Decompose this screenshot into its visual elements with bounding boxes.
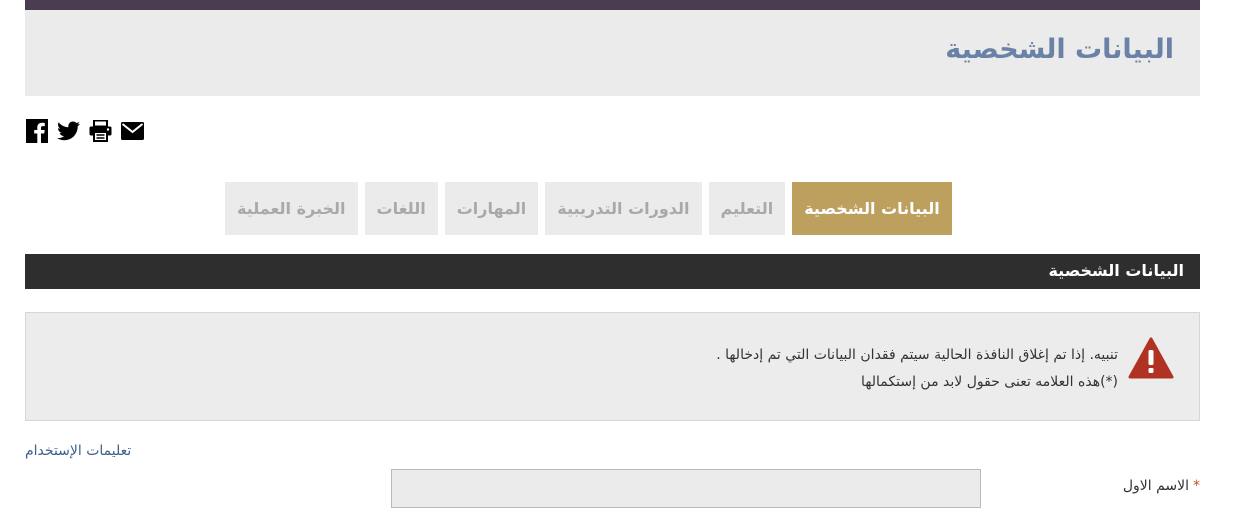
twitter-icon[interactable] xyxy=(57,119,80,143)
page-header: البيانات الشخصية xyxy=(25,10,1200,96)
tab-work-experience[interactable]: الخبرة العملية xyxy=(225,182,358,235)
section-header: البيانات الشخصية xyxy=(25,254,1200,289)
required-mark: * xyxy=(1193,478,1200,494)
warning-icon xyxy=(1128,337,1174,383)
first-name-field[interactable] xyxy=(391,469,981,508)
form-tabs: الخبرة العملية اللغات المهارات الدورات ا… xyxy=(225,182,952,235)
tab-education[interactable]: التعليم xyxy=(708,182,786,235)
alert-line-2: (*)هذه العلامه تعنى حقول لابد من إستكمال… xyxy=(861,374,1118,390)
tab-training-courses[interactable]: الدورات التدريبية xyxy=(545,182,702,235)
tab-personal-info[interactable]: البيانات الشخصية xyxy=(792,182,952,235)
facebook-icon[interactable] xyxy=(25,119,48,143)
first-name-label: *الاسم الاول xyxy=(1123,478,1200,494)
print-icon[interactable] xyxy=(89,119,112,143)
first-name-label-text: الاسم الاول xyxy=(1122,478,1189,494)
header-accent-bar xyxy=(25,0,1200,10)
warning-alert: تنبيه. إذا تم إغلاق النافذة الحالية سيتم… xyxy=(25,312,1200,421)
tab-skills[interactable]: المهارات xyxy=(444,182,539,235)
alert-message: تنبيه. إذا تم إغلاق النافذة الحالية سيتم… xyxy=(716,342,1118,396)
usage-instructions-link[interactable]: تعليمات الإستخدام xyxy=(25,443,131,459)
share-toolbar xyxy=(25,118,144,144)
email-icon[interactable] xyxy=(121,119,144,143)
alert-line-1: تنبيه. إذا تم إغلاق النافذة الحالية سيتم… xyxy=(716,347,1118,363)
page-title: البيانات الشخصية xyxy=(945,34,1174,65)
section-title: البيانات الشخصية xyxy=(1048,261,1184,280)
tab-languages[interactable]: اللغات xyxy=(364,182,438,235)
